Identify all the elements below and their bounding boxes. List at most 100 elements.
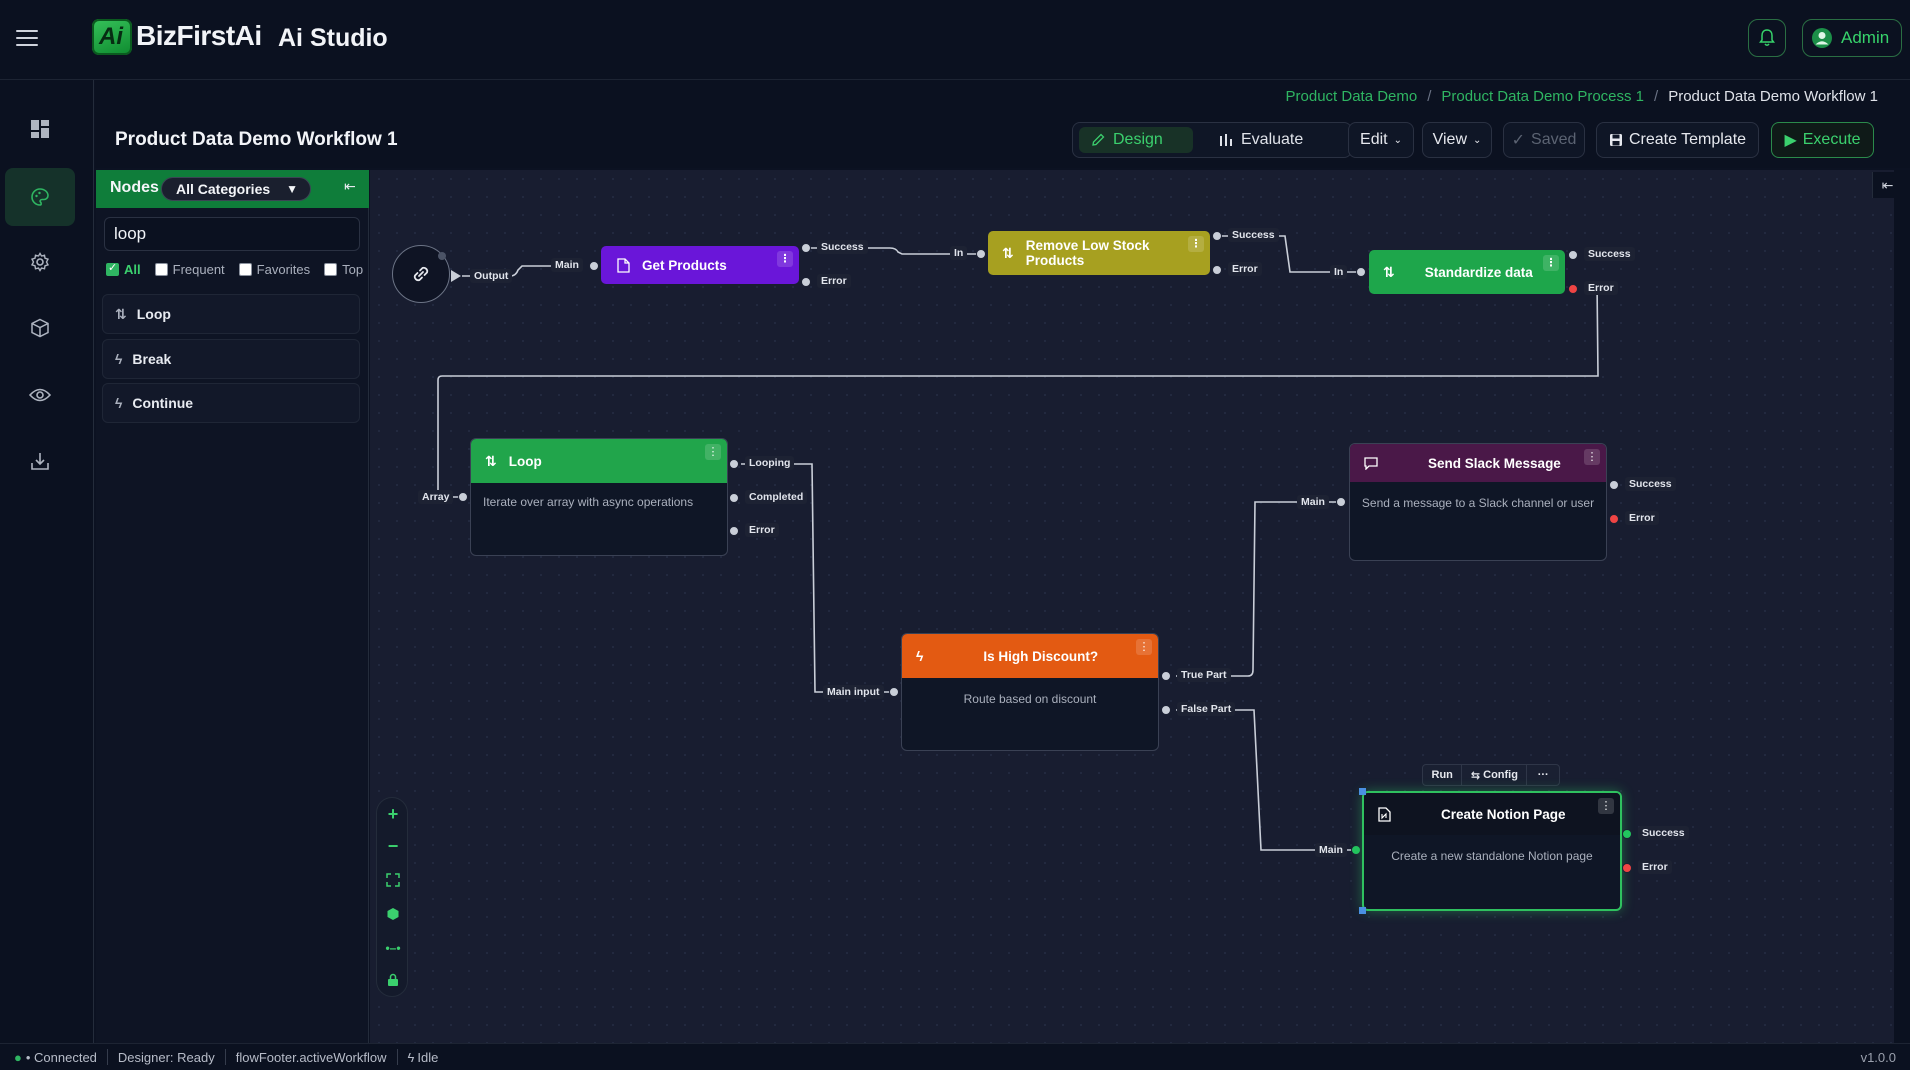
start-node-handle[interactable] <box>438 252 446 260</box>
category-select[interactable]: All Categories ▼ <box>161 177 311 201</box>
active-workflow: flowFooter.activeWorkflow <box>235 1049 387 1065</box>
bolt-icon: ϟ <box>115 351 123 367</box>
node-list-item-break[interactable]: ϟ Break <box>102 339 360 379</box>
get-products-error-port[interactable] <box>801 277 811 287</box>
arrow-left-icon: ⇤ <box>344 178 356 194</box>
node-menu-icon[interactable]: ⋮ <box>1188 236 1204 252</box>
port-label-completed: Completed <box>745 490 808 504</box>
edge-discount-slack <box>1176 501 1336 677</box>
discount-false-port[interactable] <box>1161 705 1171 715</box>
node-title: Create Notion Page <box>1441 806 1566 822</box>
notion-error-port[interactable] <box>1622 863 1632 873</box>
loop-completed-port[interactable] <box>729 493 739 503</box>
notion-success-port[interactable] <box>1622 829 1632 839</box>
node-title: Remove Low Stock Products <box>1025 238 1150 268</box>
filter-favorites[interactable]: Favorites <box>238 262 310 277</box>
filter-top[interactable]: Top <box>324 262 363 277</box>
port-label-in: In <box>1330 265 1348 279</box>
node-menu-icon[interactable]: ⋮ <box>1136 639 1152 655</box>
checkbox-top[interactable] <box>324 263 338 276</box>
node-filters: All Frequent Favorites Top <box>106 261 363 277</box>
standardize-success-port[interactable] <box>1568 250 1578 260</box>
separator <box>106 1049 108 1065</box>
lock-button[interactable] <box>383 970 403 990</box>
node-description: Iterate over array with async operations <box>483 495 694 509</box>
edge-discount-notion <box>1176 709 1352 851</box>
slack-success-port[interactable] <box>1609 480 1619 490</box>
standardize-error-port[interactable] <box>1568 284 1578 294</box>
node-action-bar: Run ⇆ Config ··· <box>1422 764 1560 786</box>
node-menu-icon[interactable]: ⋮ <box>705 444 721 460</box>
get-products-input-port[interactable] <box>589 261 599 271</box>
status-bar: ● • Connected Designer: Ready flowFooter… <box>0 1043 1910 1070</box>
discount-true-port[interactable] <box>1161 671 1171 681</box>
caret-down-icon: ▼ <box>286 182 298 196</box>
app-version: v1.0.0 <box>1860 1050 1896 1065</box>
sort-icon: ⇅ <box>1002 244 1014 261</box>
resize-handle-bottom-left[interactable] <box>1359 907 1366 914</box>
node-list-item-loop[interactable]: ⇅ Loop <box>102 294 360 334</box>
more-node-button[interactable]: ··· <box>1527 765 1559 785</box>
port-label-error: Error <box>1584 281 1618 295</box>
run-status: Idle <box>417 1049 439 1065</box>
loop-error-port[interactable] <box>729 526 739 536</box>
filter-frequent[interactable]: Frequent <box>154 262 225 277</box>
node-title: Get Products <box>642 257 727 273</box>
slack-error-port[interactable] <box>1609 514 1619 524</box>
zoom-in-button[interactable]: + <box>383 804 403 824</box>
port-label-true-part: True Part <box>1177 668 1231 682</box>
node-header: ⇅ Loop <box>471 439 727 483</box>
fit-view-button[interactable] <box>383 870 403 890</box>
port-label-error: Error <box>745 523 779 537</box>
run-node-button[interactable]: Run <box>1423 765 1463 785</box>
remove-error-port[interactable] <box>1212 265 1222 275</box>
connect-mode-button[interactable]: •–• <box>383 938 403 958</box>
separator <box>224 1049 226 1065</box>
port-label-array: Array <box>418 490 454 504</box>
loop-looping-port[interactable] <box>729 459 739 469</box>
config-node-button[interactable]: ⇆ Config <box>1462 765 1528 785</box>
collapse-panel-button[interactable]: ⇤ <box>344 178 356 195</box>
get-products-success-port[interactable] <box>801 243 811 253</box>
node-menu-icon[interactable]: ⋮ <box>1543 255 1559 271</box>
discount-input-port[interactable] <box>889 687 899 697</box>
checkbox-favorites[interactable] <box>238 263 252 276</box>
sort-icon: ⇅ <box>1383 263 1395 280</box>
filter-all-label: All <box>124 262 141 277</box>
sort-icon: ⇅ <box>115 305 127 322</box>
bolt-icon: ϟ <box>916 648 924 664</box>
node-title: Is High Discount? <box>983 648 1099 664</box>
checkbox-frequent[interactable] <box>154 263 168 276</box>
resize-handle-top-left[interactable] <box>1359 788 1366 795</box>
node-get-products[interactable]: Get Products ⋮ <box>601 246 799 284</box>
port-label-success: Success <box>1584 247 1635 261</box>
remove-success-port[interactable] <box>1212 231 1222 241</box>
node-menu-icon[interactable]: ⋮ <box>1584 449 1600 465</box>
standardize-input-port[interactable] <box>1356 267 1366 277</box>
filter-all[interactable]: All <box>106 261 141 277</box>
slack-input-port[interactable] <box>1336 497 1346 507</box>
node-list-item-label: Loop <box>136 306 171 322</box>
port-label-looping: Looping <box>745 456 795 470</box>
zoom-out-button[interactable]: − <box>383 836 403 856</box>
node-loop[interactable]: ⇅ Loop ⋮ Iterate over array with async o… <box>470 438 728 556</box>
node-list-item-continue[interactable]: ϟ Continue <box>102 383 360 423</box>
node-remove-low-stock[interactable]: ⇅ Remove Low Stock Products ⋮ <box>988 231 1210 275</box>
start-output-arrow <box>451 270 461 282</box>
loop-input-port[interactable] <box>458 492 468 502</box>
node-search-input[interactable]: loop <box>104 217 360 251</box>
sort-icon: ⇅ <box>485 452 497 469</box>
node-menu-icon[interactable]: ⋮ <box>1598 798 1614 814</box>
port-label-main: Main <box>1315 843 1347 857</box>
node-create-notion-page[interactable]: Create Notion Page ⋮ Create a new standa… <box>1362 791 1622 911</box>
node-send-slack-message[interactable]: Send Slack Message ⋮ Send a message to a… <box>1349 443 1607 561</box>
node-standardize-data[interactable]: ⇅ Standardize data ⋮ <box>1369 250 1565 294</box>
node-title: Standardize data <box>1424 264 1533 280</box>
notion-input-port[interactable] <box>1351 845 1361 855</box>
node-menu-icon[interactable]: ⋮ <box>777 251 793 267</box>
port-label-error: Error <box>1638 860 1672 874</box>
checkbox-all[interactable] <box>106 261 119 276</box>
node-is-high-discount[interactable]: ϟ Is High Discount? ⋮ Route based on dis… <box>901 633 1159 751</box>
remove-input-port[interactable] <box>976 249 986 259</box>
auto-layout-button[interactable] <box>383 904 403 924</box>
